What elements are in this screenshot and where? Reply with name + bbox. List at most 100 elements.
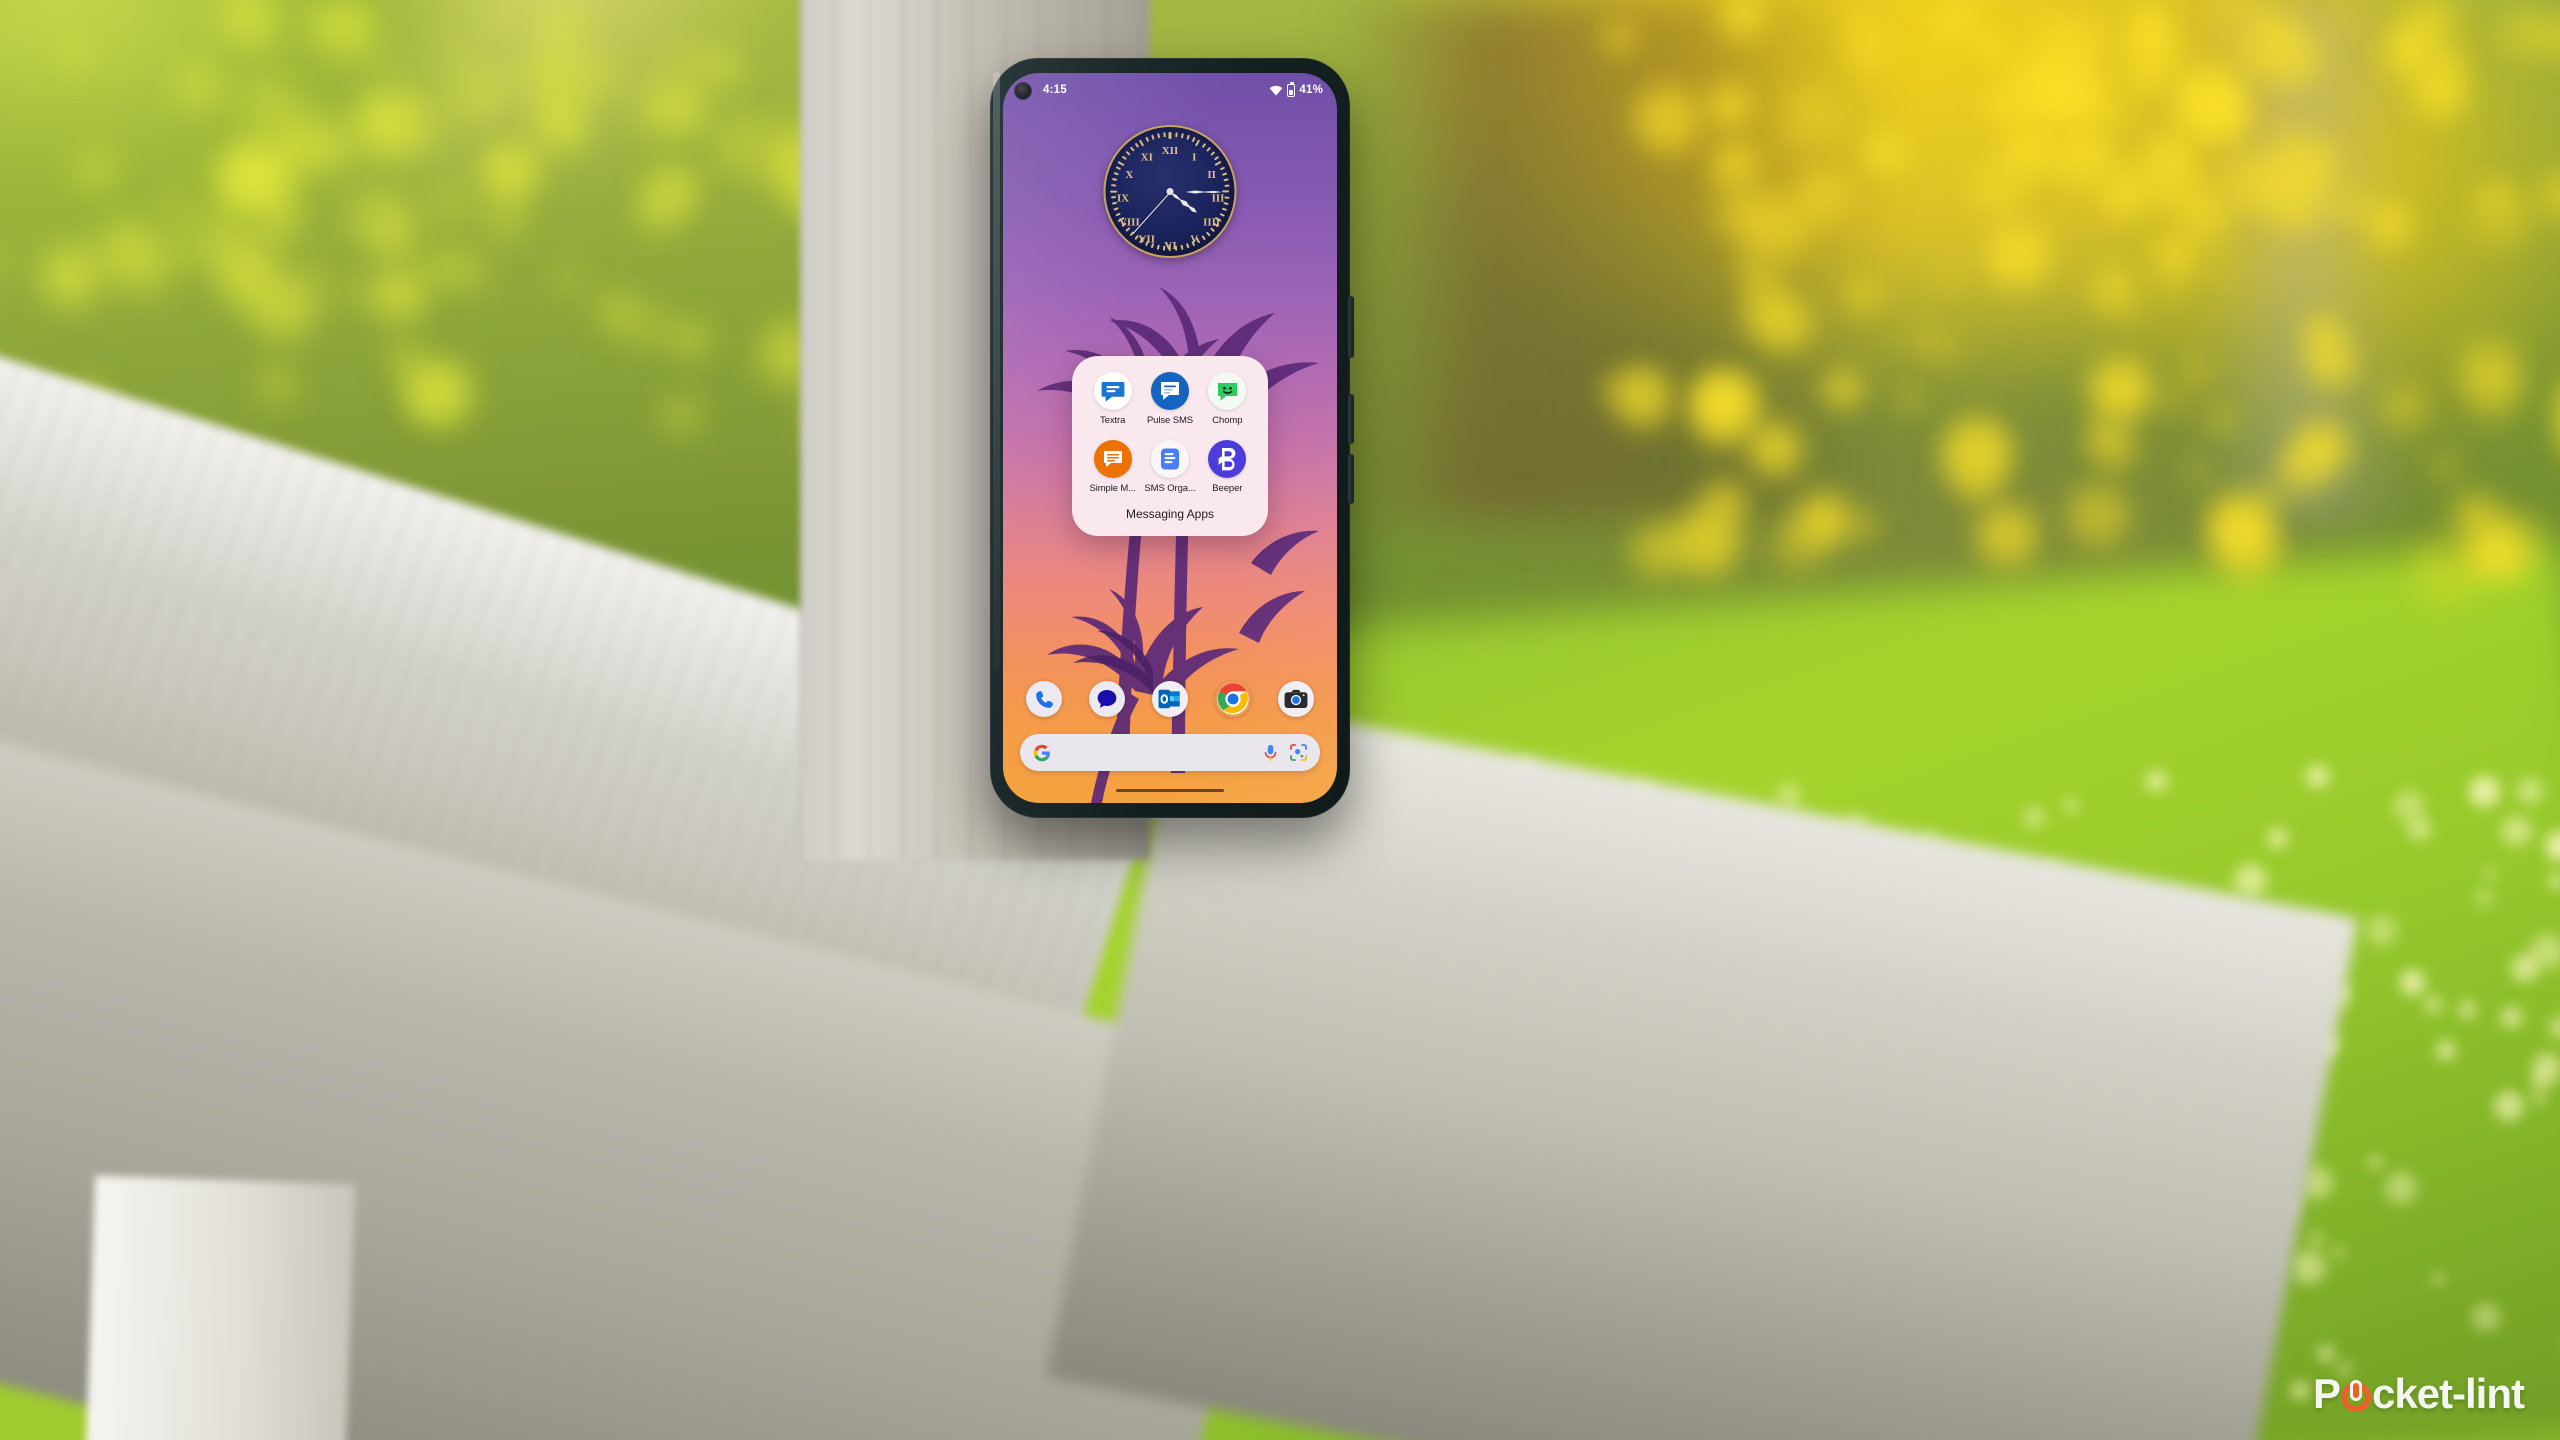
- folder-app-label: Chomp: [1212, 415, 1243, 426]
- bokeh-dot: [2178, 188, 2231, 241]
- simple-sms-icon: [1093, 440, 1132, 478]
- power-button[interactable]: [1348, 296, 1354, 358]
- bokeh-dot: [1980, 39, 2006, 65]
- bokeh-dot: [2256, 483, 2283, 510]
- case-highlight: [993, 72, 1000, 672]
- bokeh-dot: [2369, 203, 2411, 245]
- chrome-icon: [1217, 683, 1249, 715]
- bokeh-dot: [2091, 267, 2136, 312]
- bokeh-dot: [2215, 513, 2281, 580]
- bokeh-dot: [2433, 1273, 2444, 1284]
- pocketlint-watermark: P cket-lint: [2313, 1370, 2525, 1418]
- bokeh-dot: [1777, 783, 1802, 808]
- bokeh-dot: [647, 160, 697, 211]
- bokeh-dot: [2516, 777, 2543, 804]
- sms-organizer-icon: [1150, 440, 1189, 478]
- clock-numeral-text: VIII: [1118, 216, 1140, 229]
- bokeh-dot: [2089, 358, 2153, 422]
- textra-icon: [1093, 372, 1132, 410]
- folder-app-chomp[interactable]: Chomp: [1199, 372, 1256, 426]
- clock-numeral-text: VI: [1163, 240, 1177, 252]
- bokeh-dot: [1739, 291, 1785, 337]
- clock-numeral-text: X: [1124, 168, 1133, 181]
- app-folder-popup[interactable]: Textra Pulse SMS Chomp Simple M... SMS O…: [1072, 356, 1268, 536]
- folder-app-textra[interactable]: Textra: [1084, 372, 1141, 426]
- google-search-bar[interactable]: [1020, 734, 1320, 771]
- bokeh-dot: [76, 150, 117, 191]
- analog-clock-widget[interactable]: XII I II III IIII V VI VII VIII IX X XI: [1103, 125, 1237, 258]
- bokeh-dot: [59, 38, 84, 63]
- bokeh-dot: [711, 113, 777, 178]
- folder-row-1: Textra Pulse SMS Chomp: [1084, 372, 1256, 426]
- clock-numeral-text: XII: [1161, 145, 1179, 157]
- folder-app-pulse-sms[interactable]: Pulse SMS: [1141, 372, 1198, 426]
- front-camera-punch-hole: [1015, 83, 1031, 99]
- bokeh-dot: [2494, 1091, 2525, 1122]
- messages-app[interactable]: [1089, 681, 1126, 717]
- bokeh-dot: [2457, 337, 2521, 401]
- clock-numeral: III: [1211, 188, 1224, 210]
- bokeh-dot: [2423, 995, 2443, 1015]
- folder-app-label: Simple M...: [1089, 483, 1136, 494]
- status-bar-clock: 4:15: [1043, 84, 1067, 96]
- bokeh-dot: [2152, 132, 2194, 173]
- smartphone-device: 4:15 41% XII I II III IIII V VI VII VIII IX X XI: [990, 58, 1354, 818]
- bokeh-dot: [448, 61, 510, 123]
- bokeh-dot: [215, 242, 282, 308]
- volume-up-button[interactable]: [1348, 454, 1354, 504]
- bokeh-dot: [2161, 275, 2181, 295]
- clock-numeral-text: XI: [1140, 151, 1153, 164]
- bokeh-dot: [2104, 190, 2133, 218]
- message-bubble-icon: [1097, 690, 1117, 708]
- folder-title[interactable]: Messaging Apps: [1084, 507, 1256, 521]
- folder-app-beeper[interactable]: Beeper: [1199, 440, 1256, 494]
- bokeh-dot: [1937, 338, 1956, 357]
- bokeh-dot: [2400, 970, 2425, 995]
- bokeh-dot: [1633, 86, 1701, 154]
- folder-app-sms-organizer[interactable]: SMS Orga...: [1141, 440, 1198, 494]
- bokeh-dot: [1898, 390, 1921, 413]
- folder-app-simple-sms[interactable]: Simple M...: [1084, 440, 1141, 494]
- bokeh-dot: [2500, 8, 2551, 59]
- bokeh-dot: [2123, 306, 2142, 326]
- wifi-icon: [1269, 85, 1283, 95]
- microphone-icon[interactable]: [1263, 744, 1278, 762]
- google-lens-icon[interactable]: [1290, 744, 1307, 761]
- bokeh-dot: [2318, 1345, 2334, 1361]
- camera-app[interactable]: [1277, 681, 1314, 717]
- outlook-icon: [1159, 689, 1181, 709]
- bokeh-dot: [2436, 1040, 2456, 1060]
- bokeh-dot: [2531, 1073, 2550, 1092]
- chrome-app[interactable]: [1215, 681, 1251, 717]
- white-post-base: [84, 1175, 356, 1440]
- phone-app[interactable]: [1026, 681, 1063, 717]
- gesture-nav-pill[interactable]: [1116, 789, 1224, 792]
- clock-numeral-text: VII: [1137, 233, 1155, 246]
- bokeh-dot: [2459, 1000, 2477, 1018]
- bokeh-dot: [2305, 337, 2356, 389]
- bokeh-dot: [2185, 462, 2206, 483]
- bokeh-dot: [554, 268, 582, 296]
- bokeh-dot: [1748, 421, 1803, 476]
- bokeh-dot: [2306, 764, 2330, 788]
- home-dock: [1003, 681, 1337, 717]
- outlook-app[interactable]: [1151, 681, 1188, 717]
- bokeh-dot: [494, 143, 538, 186]
- clock-numeral: XI: [1134, 147, 1159, 168]
- bokeh-dot: [2500, 815, 2532, 847]
- bokeh-dot: [2385, 1172, 2417, 1204]
- folder-app-label: SMS Orga...: [1144, 483, 1196, 494]
- clock-numeral-text: II: [1206, 168, 1216, 181]
- bokeh-dot: [347, 187, 411, 251]
- bokeh-dot: [2210, 254, 2233, 276]
- volume-down-button[interactable]: [1348, 394, 1354, 444]
- clock-numeral: X: [1118, 162, 1139, 187]
- chomp-sms-icon: [1208, 372, 1247, 410]
- battery-percent-label: 41%: [1299, 84, 1323, 96]
- bokeh-dot: [1846, 279, 1878, 311]
- clock-numeral-text: I: [1191, 151, 1196, 164]
- bokeh-dot: [255, 363, 299, 407]
- phone-screen[interactable]: 4:15 41% XII I II III IIII V VI VII VIII IX X XI: [1003, 73, 1337, 803]
- watermark-text-2: cket-lint: [2371, 1370, 2525, 1417]
- bokeh-dot: [2510, 953, 2539, 982]
